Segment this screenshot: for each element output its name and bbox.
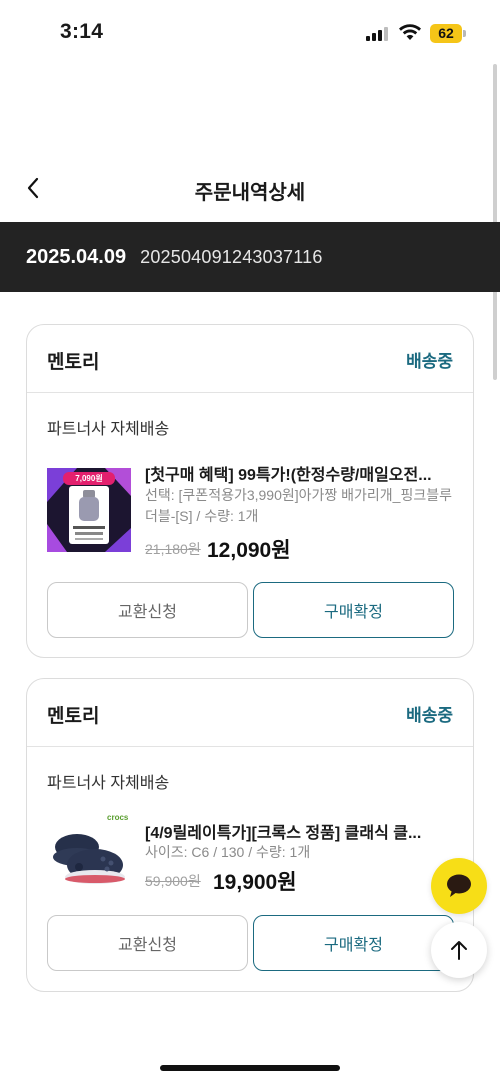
- sale-price: 12,090원: [207, 539, 291, 562]
- status-bar: 3:14 62: [0, 0, 500, 66]
- order-date: 2025.04.09: [26, 245, 127, 268]
- sale-price: 19,900원: [213, 871, 297, 894]
- scroll-top-button[interactable]: [431, 922, 487, 978]
- product-image[interactable]: crocs: [47, 813, 131, 897]
- confirm-purchase-button[interactable]: 구매확정: [253, 582, 454, 638]
- home-indicator[interactable]: [160, 1065, 340, 1071]
- status-time: 3:14: [60, 20, 104, 43]
- page-title: 주문내역상세: [194, 182, 306, 204]
- seller-name: 멘토리: [47, 706, 100, 727]
- card-header: 멘토리 배송중: [27, 679, 473, 747]
- product-image[interactable]: 7,090원: [47, 468, 131, 552]
- seller-name: 멘토리: [47, 352, 100, 373]
- shipping-type: 파트너사 자체배송: [47, 775, 170, 792]
- arrow-up-icon: [451, 941, 467, 960]
- chat-icon: [447, 874, 471, 897]
- order-card: 멘토리 배송중 파트너사 자체배송 crocs [4/9릴레이특가][크록스 정…: [26, 678, 474, 992]
- exchange-button[interactable]: 교환신청: [47, 915, 248, 971]
- order-number: 202504091243037116: [140, 246, 323, 267]
- battery-icon: 62: [430, 24, 466, 43]
- order-card: 멘토리 배송중 파트너사 자체배송 7,090원 [첫구매 혜택] 99특가!(…: [26, 324, 474, 658]
- product-title[interactable]: [첫구매 혜택] 99특가!(한정수량/매일오전...: [145, 461, 461, 485]
- price-badge: 7,090원: [75, 474, 103, 483]
- original-price: 59,900원: [145, 873, 201, 889]
- order-info-bar: 2025.04.09 202504091243037116: [0, 222, 500, 292]
- exchange-button[interactable]: 교환신청: [47, 582, 248, 638]
- product-option: 사이즈: C6 / 130 / 수량: 1개: [145, 844, 311, 860]
- original-price: 21,180원: [145, 541, 201, 557]
- battery-level: 62: [430, 24, 462, 43]
- product-option: 선택: [쿠폰적용가3,990원]아가짱 배가리개_핑크블루 더블-[S] / …: [145, 487, 452, 524]
- confirm-purchase-button[interactable]: 구매확정: [253, 915, 454, 971]
- brand-logo: crocs: [107, 813, 129, 822]
- signal-icon: [366, 27, 390, 41]
- chat-button[interactable]: [431, 858, 487, 914]
- shipping-type: 파트너사 자체배송: [47, 421, 170, 438]
- shipping-status: 배송중: [406, 352, 453, 371]
- page-header: 주문내역상세: [0, 160, 500, 218]
- card-header: 멘토리 배송중: [27, 325, 473, 393]
- wifi-icon: [399, 24, 421, 40]
- product-title[interactable]: [4/9릴레이특가][크록스 정품] 클래식 클...: [145, 819, 461, 843]
- shipping-status: 배송중: [406, 706, 453, 725]
